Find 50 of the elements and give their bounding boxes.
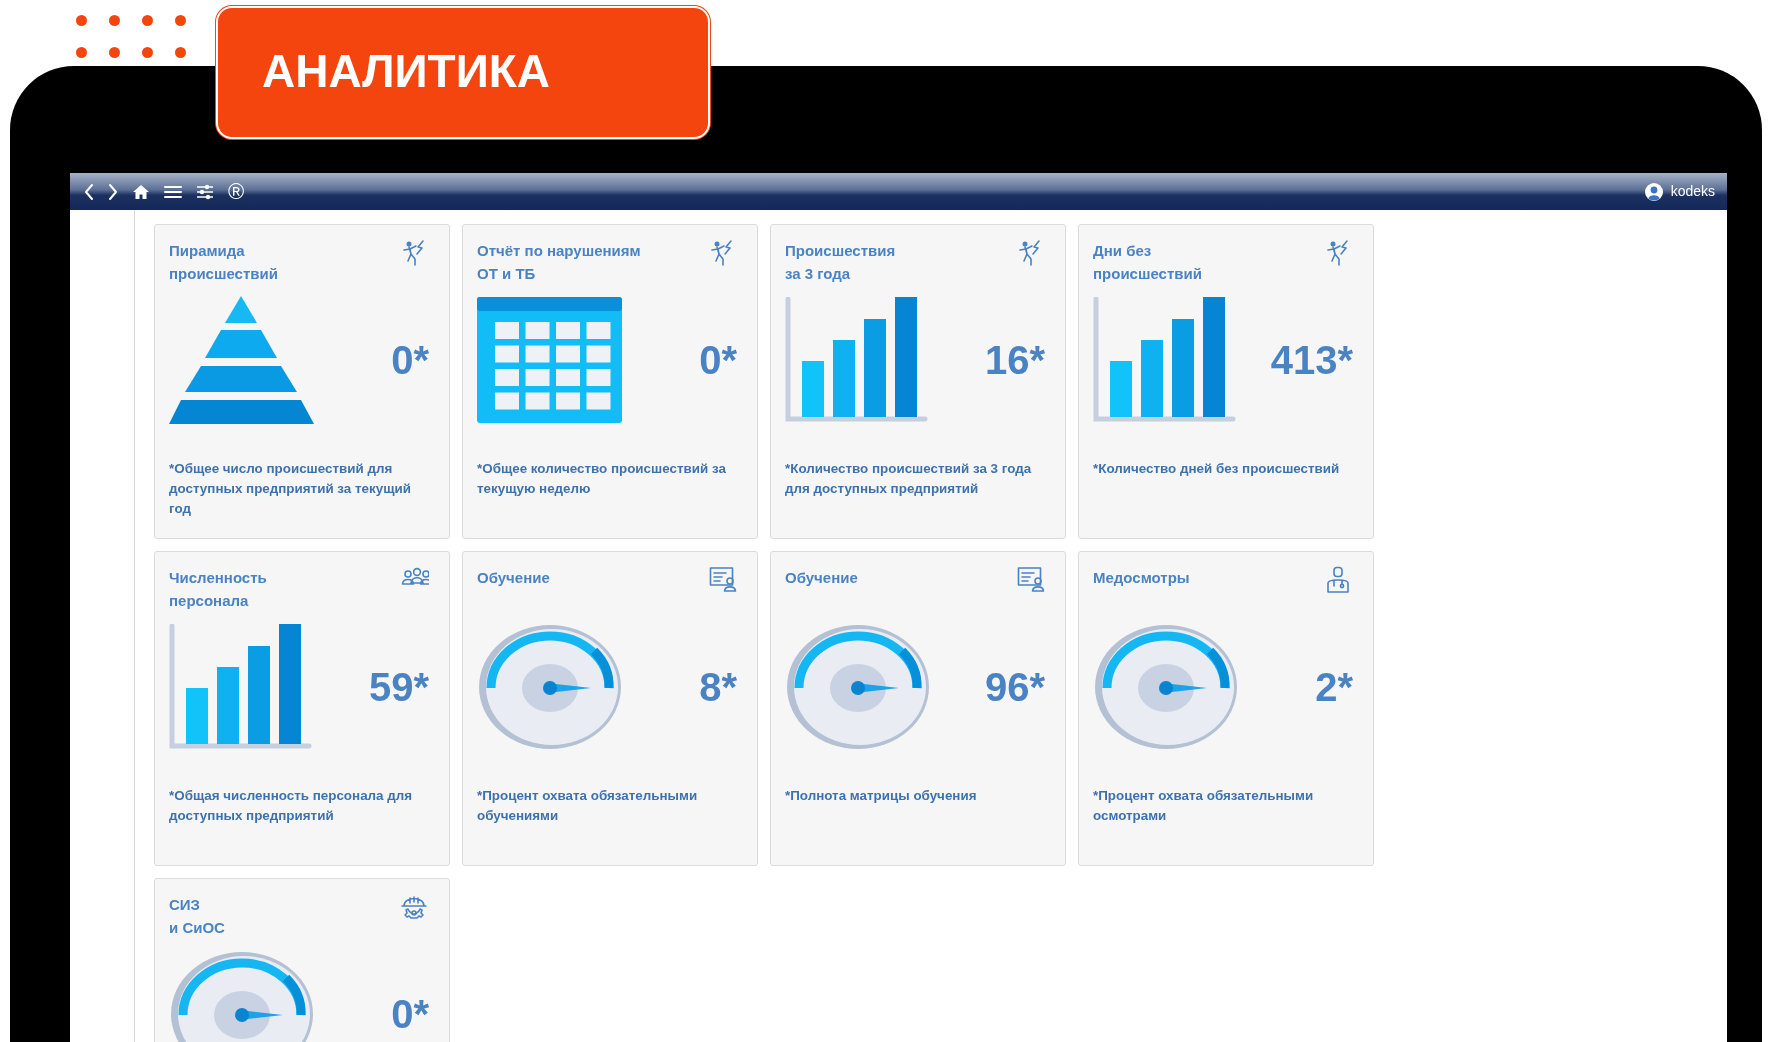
metric-value: 2* (1315, 664, 1353, 711)
metric-value: 96* (984, 664, 1045, 711)
home-icon[interactable] (132, 183, 150, 200)
chart-bar (1110, 361, 1132, 417)
metric-description: *Полнота матрицы обучения (785, 787, 978, 805)
metric-value: 59* (368, 664, 429, 711)
dashboard-tile[interactable]: Происшествия за 3 года 16* *Количество происшествий за 3 года для доступных предприятий (770, 224, 1066, 539)
metric-value: 16* (984, 337, 1045, 384)
document-person-icon (1017, 566, 1045, 594)
tile-title: Отчёт по нарушениям ОТ и ТБ (477, 241, 641, 284)
settings-icon[interactable] (196, 183, 214, 200)
dashboard-tile[interactable]: Медосмотры 2* *Процент охвата обязательными осмотрами (1078, 551, 1374, 866)
tile-title: Пирамида происшествий (169, 241, 278, 284)
tile-title: Медосмотры (1093, 568, 1190, 588)
dashboard-tile[interactable]: Дни без происшествий 413* *Количество дней без происшествий (1078, 224, 1374, 539)
tile-title: Происшествия за 3 года (785, 241, 896, 284)
menu-icon[interactable] (164, 184, 182, 199)
tile-title: СИЗ и СиОС (169, 895, 225, 938)
helmet-gear-icon (401, 893, 429, 921)
tile-title: Дни без происшествий (1093, 241, 1202, 284)
tile-title: Обучение (477, 568, 550, 588)
dashboard-tile[interactable]: Отчёт по нарушениям ОТ и ТБ 0* *Общее количество происшествий за текущую неделю (462, 224, 758, 539)
section-title: АНАЛИТИКА (216, 6, 710, 139)
metric-description: *Количество дней без происшествий (1093, 460, 1341, 478)
metric-description: *Количество происшествий за 3 года для доступных предприятий (785, 460, 1033, 498)
tile-title: Обучение (785, 568, 858, 588)
metric-description: *Общее количество происшествий за текущую неделю (477, 460, 727, 498)
metric-value: 0* (699, 337, 737, 384)
dashboard-tile[interactable]: Пирамида происшествий 0* *Общее число происшествий для доступных предприятий за текущий год (154, 224, 450, 539)
dashboard-tile[interactable]: СИЗ и СиОС 0* (154, 878, 450, 1042)
user-name[interactable]: kodeks (1670, 181, 1715, 202)
chart-bar (802, 361, 824, 417)
forward-icon[interactable] (108, 182, 118, 201)
metric-value: 0* (391, 991, 429, 1038)
metric-description: *Общая численность персонала для доступных предприятий (169, 787, 414, 825)
dashboard-tile[interactable]: Обучение 96* *Полнота матрицы обучения (770, 551, 1066, 866)
dashboard-tile[interactable]: Численность персонала 59* *Общая численность персонала для доступных предприятий (154, 551, 450, 866)
registered-icon[interactable]: ® (228, 180, 245, 203)
metric-value: 413* (1270, 337, 1353, 384)
dashboard-tile[interactable]: Обучение 8* *Процент охвата обязательными обучениями (462, 551, 758, 866)
metric-value: 8* (699, 664, 737, 711)
chart-bar (186, 688, 208, 744)
document-person-icon (709, 566, 737, 594)
user-avatar-icon[interactable] (1644, 182, 1663, 201)
tile-title: Численность персонала (169, 568, 267, 611)
metric-description: *Процент охвата обязательными обучениями (477, 787, 699, 825)
back-icon[interactable] (84, 182, 94, 201)
metric-description: *Общее число происшествий для доступных предприятий за текущий год (169, 460, 412, 518)
metric-description: *Процент охвата обязательными осмотрами (1093, 787, 1315, 825)
metric-value: 0* (391, 337, 429, 384)
